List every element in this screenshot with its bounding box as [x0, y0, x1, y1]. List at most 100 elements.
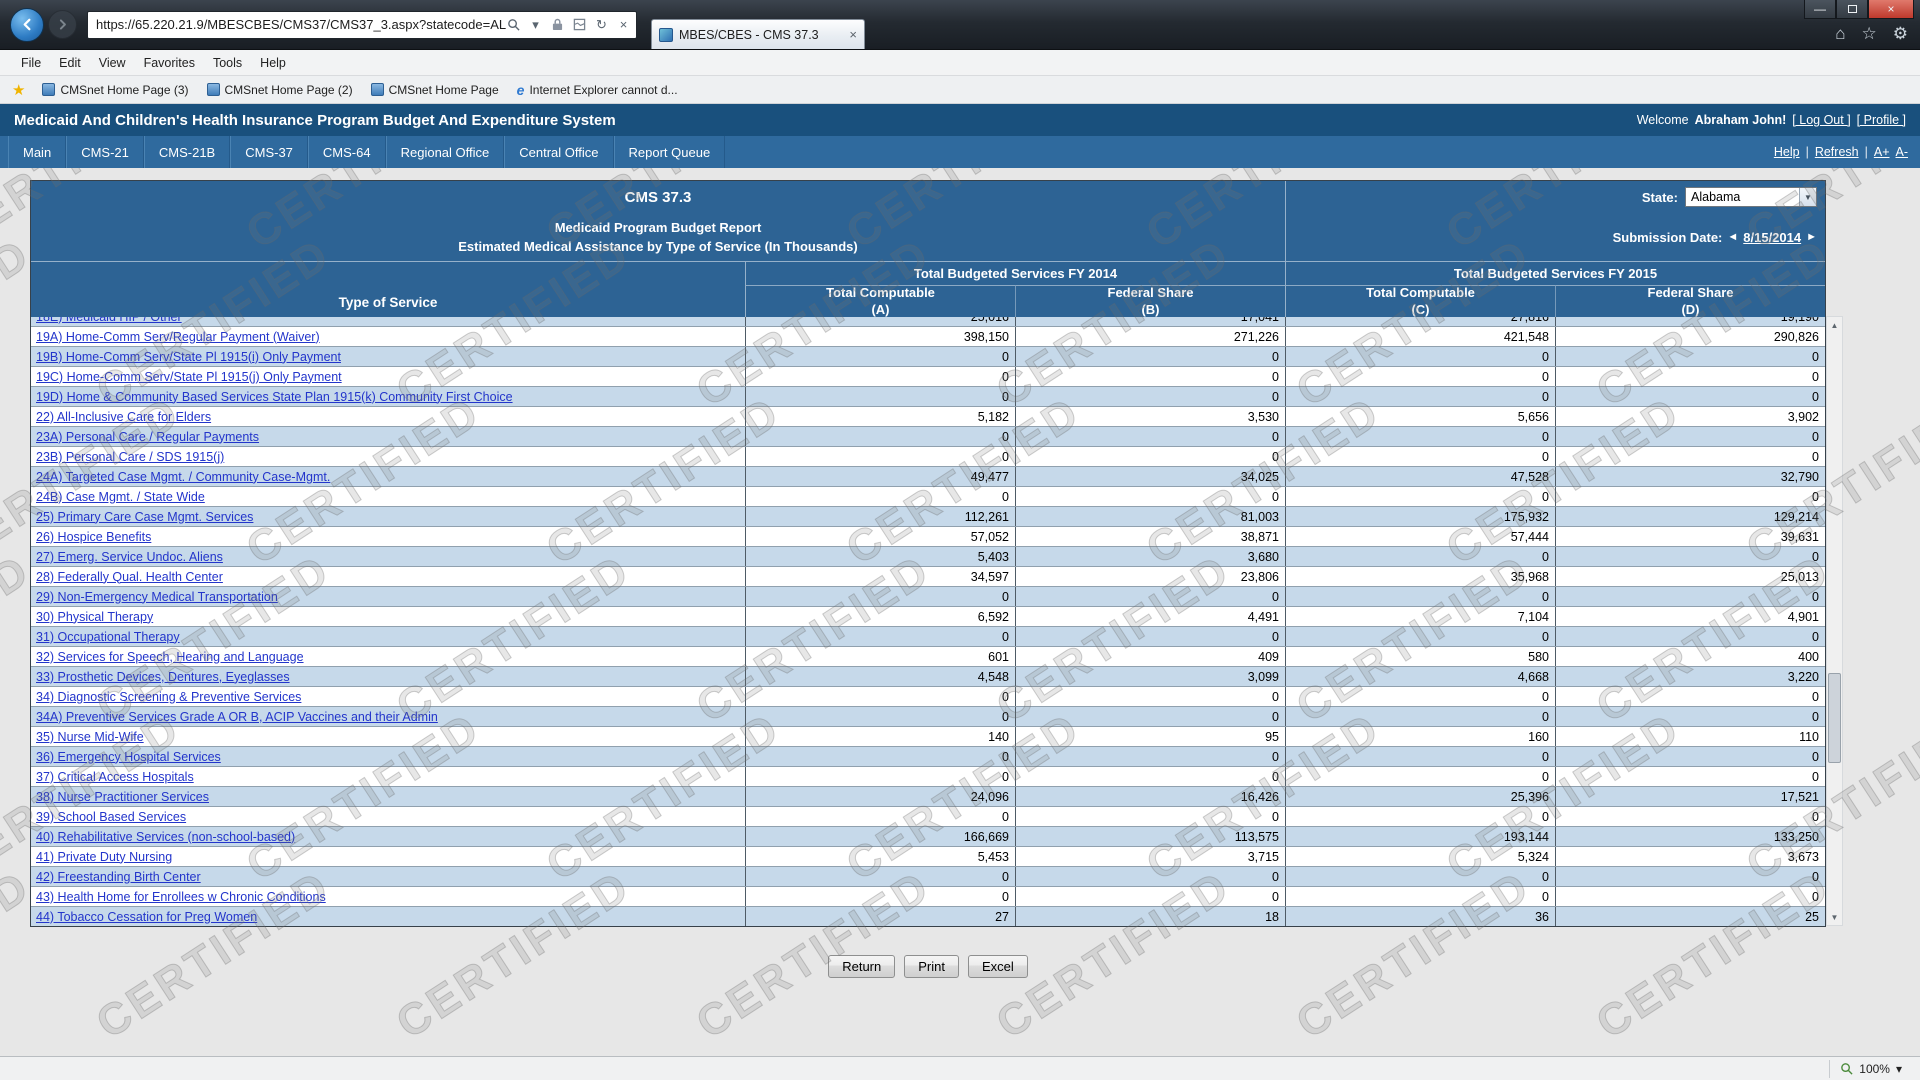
- service-link[interactable]: 27) Emerg. Service Undoc. Aliens: [36, 550, 223, 564]
- table-scrollbar[interactable]: ▲ ▼: [1826, 316, 1843, 926]
- service-link[interactable]: 40) Rehabilitative Services (non-school-…: [36, 830, 295, 844]
- compatibility-view-icon[interactable]: [572, 17, 587, 32]
- service-link[interactable]: 29) Non-Emergency Medical Transportation: [36, 590, 278, 604]
- nav-item-main[interactable]: Main: [8, 136, 66, 168]
- nav-item-central-office[interactable]: Central Office: [504, 136, 613, 168]
- scroll-up-icon[interactable]: ▲: [1827, 317, 1842, 333]
- service-link[interactable]: 26) Hospice Benefits: [36, 530, 151, 544]
- nav-item-report-queue[interactable]: Report Queue: [614, 136, 726, 168]
- add-favorite-star-icon[interactable]: ★: [10, 81, 33, 99]
- service-link[interactable]: 31) Occupational Therapy: [36, 630, 180, 644]
- favorite-item[interactable]: CMSnet Home Page: [362, 80, 508, 100]
- minimize-button[interactable]: —: [1804, 0, 1836, 19]
- return-button[interactable]: Return: [828, 955, 895, 978]
- service-link[interactable]: 41) Private Duty Nursing: [36, 850, 172, 864]
- service-link[interactable]: 19C) Home-Comm Serv/State Pl 1915(j) Onl…: [36, 370, 342, 384]
- zoom-dropdown-icon[interactable]: ▾: [1896, 1062, 1902, 1076]
- service-link[interactable]: 22) All-Inclusive Care for Elders: [36, 410, 211, 424]
- scrollbar-track[interactable]: [1827, 333, 1842, 909]
- profile-link[interactable]: [ Profile ]: [1857, 113, 1906, 127]
- service-link[interactable]: 24A) Targeted Case Mgmt. / Community Cas…: [36, 470, 330, 484]
- print-button[interactable]: Print: [904, 955, 959, 978]
- url-text[interactable]: https://65.220.21.9/MBESCBES/CMS37/CMS37…: [96, 17, 506, 32]
- service-link[interactable]: 18E) Medicaid HIP / Other: [36, 317, 182, 324]
- menu-item-file[interactable]: File: [12, 52, 50, 74]
- tab-close-icon[interactable]: ×: [849, 28, 857, 41]
- font-increase-link[interactable]: A+: [1874, 145, 1890, 159]
- nav-bar: MainCMS-21CMS-21BCMS-37CMS-64Regional Of…: [0, 136, 1920, 168]
- table-row: 34A) Preventive Services Grade A OR B, A…: [31, 707, 1825, 727]
- service-link[interactable]: 42) Freestanding Birth Center: [36, 870, 201, 884]
- service-link[interactable]: 43) Health Home for Enrollees w Chronic …: [36, 890, 326, 904]
- logout-link[interactable]: [ Log Out ]: [1792, 113, 1850, 127]
- excel-button[interactable]: Excel: [968, 955, 1028, 978]
- value-cell: 0: [1555, 747, 1825, 766]
- close-button[interactable]: ×: [1868, 0, 1914, 19]
- refresh-icon[interactable]: ↻: [594, 17, 609, 32]
- service-link[interactable]: 36) Emergency Hospital Services: [36, 750, 221, 764]
- maximize-button[interactable]: [1836, 0, 1868, 19]
- value-cell: 39,631: [1555, 527, 1825, 546]
- service-link[interactable]: 34A) Preventive Services Grade A OR B, A…: [36, 710, 438, 724]
- nav-item-regional-office[interactable]: Regional Office: [386, 136, 505, 168]
- value-cell: 0: [1555, 887, 1825, 906]
- menu-item-view[interactable]: View: [90, 52, 135, 74]
- search-dropdown-icon[interactable]: ▾: [528, 17, 543, 32]
- menu-item-favorites[interactable]: Favorites: [135, 52, 204, 74]
- service-link[interactable]: 28) Federally Qual. Health Center: [36, 570, 223, 584]
- service-link[interactable]: 24B) Case Mgmt. / State Wide: [36, 490, 205, 504]
- service-link[interactable]: 19A) Home-Comm Serv/Regular Payment (Wai…: [36, 330, 320, 344]
- scrollbar-thumb[interactable]: [1828, 673, 1841, 763]
- service-link[interactable]: 19B) Home-Comm Serv/State Pl 1915(i) Onl…: [36, 350, 341, 364]
- zoom-control[interactable]: 100% ▾: [1829, 1060, 1912, 1078]
- favorite-item[interactable]: CMSnet Home Page (2): [198, 80, 362, 100]
- state-select[interactable]: Alabama ▼: [1685, 187, 1817, 207]
- menu-item-tools[interactable]: Tools: [204, 52, 251, 74]
- browser-tab[interactable]: MBES/CBES - CMS 37.3 ×: [651, 19, 865, 49]
- next-date-icon[interactable]: ►: [1806, 231, 1817, 243]
- refresh-link[interactable]: Refresh: [1815, 145, 1859, 159]
- service-link[interactable]: 34) Diagnostic Screening & Preventive Se…: [36, 690, 301, 704]
- nav-item-cms-21b[interactable]: CMS-21B: [144, 136, 230, 168]
- value-cell: 27,816: [1285, 317, 1555, 326]
- favorite-item[interactable]: CMSnet Home Page (3): [33, 80, 197, 100]
- scroll-down-icon[interactable]: ▼: [1827, 909, 1842, 925]
- nav-item-cms-64[interactable]: CMS-64: [308, 136, 386, 168]
- value-cell: 36: [1285, 907, 1555, 926]
- nav-item-cms-21[interactable]: CMS-21: [66, 136, 144, 168]
- nav-item-cms-37[interactable]: CMS-37: [230, 136, 308, 168]
- back-button[interactable]: [10, 8, 44, 42]
- favorites-star-icon[interactable]: ☆: [1862, 24, 1877, 44]
- service-link[interactable]: 44) Tobacco Cessation for Preg Women: [36, 910, 257, 924]
- tools-gear-icon[interactable]: ⚙: [1893, 24, 1908, 44]
- service-link[interactable]: 33) Prosthetic Devices, Dentures, Eyegla…: [36, 670, 290, 684]
- service-link[interactable]: 35) Nurse Mid-Wife: [36, 730, 144, 744]
- font-decrease-link[interactable]: A-: [1896, 145, 1909, 159]
- forward-button[interactable]: [48, 10, 77, 39]
- menu-item-help[interactable]: Help: [251, 52, 295, 74]
- table-row: 41) Private Duty Nursing5,4533,7155,3243…: [31, 847, 1825, 867]
- service-link[interactable]: 23A) Personal Care / Regular Payments: [36, 430, 259, 444]
- service-link[interactable]: 39) School Based Services: [36, 810, 186, 824]
- service-link[interactable]: 38) Nurse Practitioner Services: [36, 790, 209, 804]
- service-link[interactable]: 25) Primary Care Case Mgmt. Services: [36, 510, 253, 524]
- submission-date-link[interactable]: 8/15/2014: [1743, 230, 1801, 245]
- service-link[interactable]: 30) Physical Therapy: [36, 610, 153, 624]
- service-link[interactable]: 32) Services for Speech, Hearing and Lan…: [36, 650, 304, 664]
- col-header-type-of-service: Type of Service: [31, 261, 745, 317]
- service-link[interactable]: 23B) Personal Care / SDS 1915(j): [36, 450, 224, 464]
- home-icon[interactable]: ⌂: [1835, 24, 1845, 44]
- value-cell: 0: [1285, 767, 1555, 786]
- stop-icon[interactable]: ×: [616, 17, 631, 32]
- menu-item-edit[interactable]: Edit: [50, 52, 90, 74]
- table-row: 35) Nurse Mid-Wife14095160110: [31, 727, 1825, 747]
- service-link[interactable]: 37) Critical Access Hospitals: [36, 770, 194, 784]
- table-row: 40) Rehabilitative Services (non-school-…: [31, 827, 1825, 847]
- prev-date-icon[interactable]: ◄: [1727, 231, 1738, 243]
- select-dropdown-icon[interactable]: ▼: [1799, 188, 1816, 206]
- service-link[interactable]: 19D) Home & Community Based Services Sta…: [36, 390, 513, 404]
- favorite-item[interactable]: eInternet Explorer cannot d...: [508, 80, 687, 100]
- address-bar[interactable]: https://65.220.21.9/MBESCBES/CMS37/CMS37…: [87, 11, 637, 39]
- search-icon[interactable]: [506, 17, 521, 32]
- help-link[interactable]: Help: [1774, 145, 1800, 159]
